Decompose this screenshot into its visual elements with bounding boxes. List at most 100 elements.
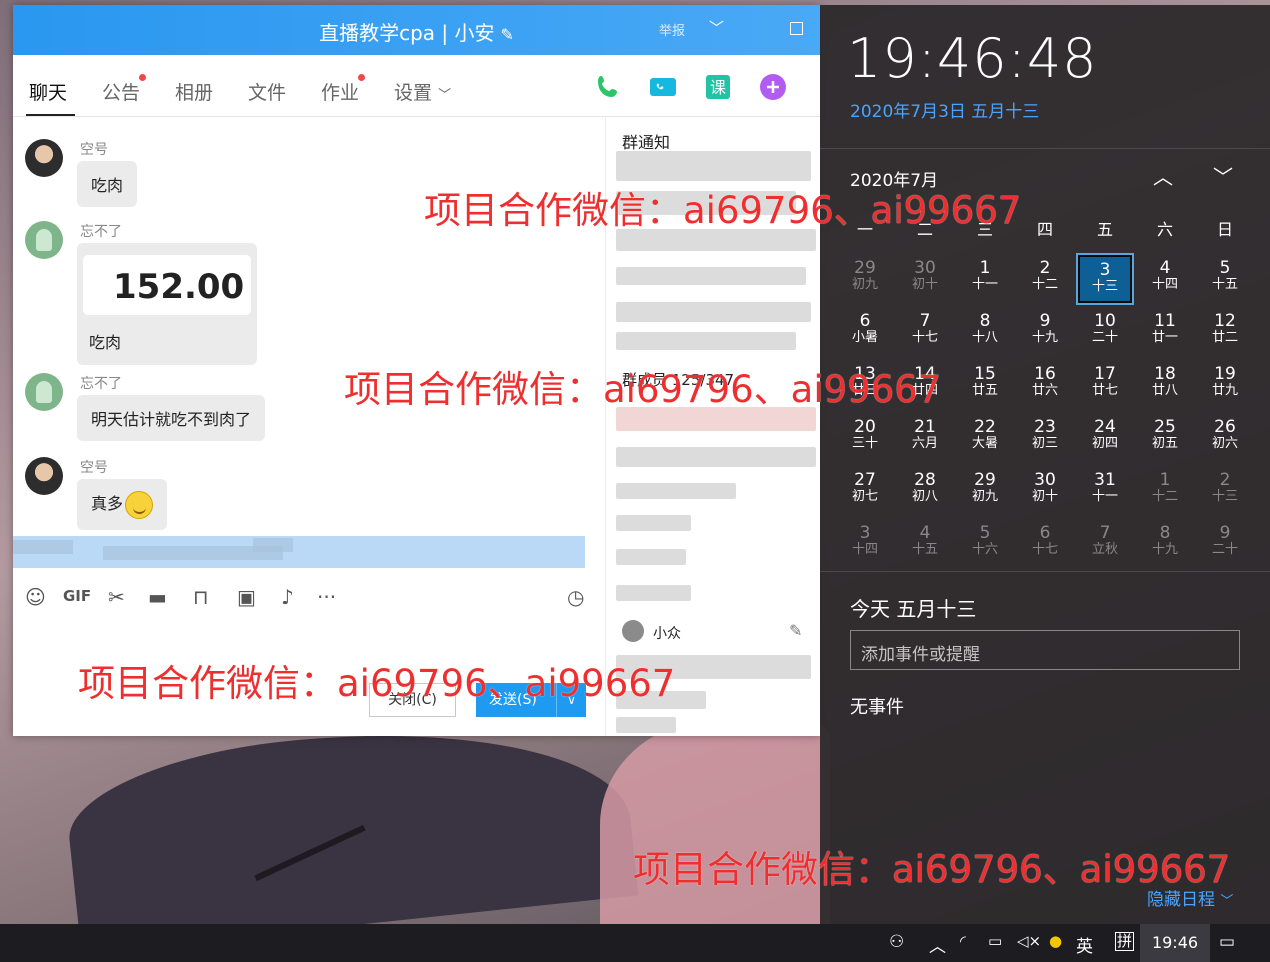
message-text: 吃肉	[89, 333, 122, 352]
network-icon[interactable]: ◜	[960, 932, 966, 950]
emoji-icon[interactable]: ☺	[25, 585, 46, 609]
no-events-text: 无事件	[850, 697, 904, 718]
next-month-chevron-icon[interactable]: ﹀	[1213, 161, 1233, 190]
weekday-label: 五	[1096, 220, 1113, 239]
calendar-day[interactable]: 5 十五	[1198, 255, 1252, 303]
chevron-down-icon: ﹀	[1220, 894, 1234, 909]
lunar-day: 初七	[851, 489, 878, 504]
qq-penguin-icon[interactable]: ●	[1049, 932, 1062, 950]
calendar-day[interactable]: 30 初十	[1018, 467, 1072, 515]
calendar-day[interactable]: 3 十四	[838, 520, 892, 568]
calendar-day[interactable]: 2 十二	[1018, 255, 1072, 303]
calendar-day[interactable]: 8 十九	[1138, 520, 1192, 568]
day-number: 25	[1154, 417, 1176, 437]
calendar-day[interactable]: 8 十八	[958, 308, 1012, 356]
tab-files[interactable]: 文件	[248, 78, 286, 105]
report-button[interactable]: 举报	[659, 20, 685, 39]
calendar-day[interactable]: 28 初八	[898, 467, 952, 515]
calendar-day[interactable]: 19 廿九	[1198, 361, 1252, 409]
calendar-day[interactable]: 1 十二	[1138, 467, 1192, 515]
rich-text-icon[interactable]: ⊓	[193, 585, 209, 609]
gif-icon[interactable]: GIF	[63, 587, 91, 605]
video-call-icon[interactable]	[648, 72, 678, 102]
calendar-day[interactable]: 26 初六	[1198, 414, 1252, 462]
calendar-day[interactable]: 15 廿五	[958, 361, 1012, 409]
group-notice-heading[interactable]: 群通知	[622, 129, 670, 153]
calendar-day[interactable]: 20 三十	[838, 414, 892, 462]
folder-icon[interactable]: ▬	[148, 585, 167, 609]
calendar-day[interactable]: 4 十五	[898, 520, 952, 568]
member-name[interactable]: 小众	[653, 623, 681, 643]
avatar[interactable]	[622, 620, 644, 642]
avatar[interactable]	[25, 373, 63, 411]
more-apps-icon[interactable]	[758, 72, 788, 102]
calendar-day[interactable]: 25 初五	[1138, 414, 1192, 462]
previous-month-chevron-icon[interactable]: ︿	[1153, 161, 1173, 190]
tab-settings[interactable]: 设置 ﹀	[394, 78, 451, 105]
tab-chat[interactable]: 聊天	[29, 78, 67, 105]
calendar-day-today[interactable]: 3 十三	[1076, 253, 1134, 305]
bell-icon[interactable]: ♪	[281, 585, 294, 609]
calendar-day[interactable]: 29 初九	[838, 255, 892, 303]
tab-homework[interactable]: 作业	[321, 74, 366, 105]
edit-title-icon[interactable]: ✎	[501, 25, 514, 44]
avatar[interactable]	[25, 221, 63, 259]
image-icon[interactable]: ▣	[237, 585, 256, 609]
battery-icon[interactable]: ▭	[988, 932, 1002, 950]
calendar-day[interactable]: 16 廿六	[1018, 361, 1072, 409]
day-number: 10	[1094, 311, 1116, 331]
notification-icon[interactable]: ▭	[1219, 932, 1235, 952]
volume-muted-icon[interactable]: ◁×	[1017, 932, 1041, 950]
ime-language[interactable]: 英	[1076, 932, 1093, 957]
calendar-day[interactable]: 1 十一	[958, 255, 1012, 303]
people-icon[interactable]: ⚇	[889, 932, 904, 952]
tab-album[interactable]: 相册	[175, 78, 213, 105]
ime-mode[interactable]: 拼	[1115, 932, 1135, 951]
calendar-day[interactable]: 7 立秋	[1078, 520, 1132, 568]
show-hidden-icons-chevron-icon[interactable]: ︿	[929, 932, 946, 957]
money-card-amount: 152.00	[83, 255, 251, 315]
add-event-input[interactable]: 添加事件或提醒	[850, 630, 1240, 670]
history-icon[interactable]: ◷	[567, 585, 584, 609]
calendar-day[interactable]: 10 二十	[1078, 308, 1132, 356]
more-icon[interactable]: ···	[317, 585, 336, 609]
maximize-button[interactable]	[790, 22, 803, 35]
calendar-day[interactable]: 18 廿八	[1138, 361, 1192, 409]
blurred-content	[616, 483, 736, 499]
avatar[interactable]	[25, 139, 63, 177]
calendar-day[interactable]: 12 廿二	[1198, 308, 1252, 356]
calendar-day[interactable]: 6 十七	[1018, 520, 1072, 568]
message-bubble[interactable]: 真多	[77, 479, 168, 530]
chevron-down-icon[interactable]: ﹀	[709, 17, 724, 38]
calendar-day[interactable]: 4 十四	[1138, 255, 1192, 303]
calendar-day[interactable]: 17 廿七	[1078, 361, 1132, 409]
watermark-text: 项目合作微信：ai69796、ai99667	[424, 189, 1022, 232]
scissors-icon[interactable]: ✂	[108, 585, 125, 609]
message-bubble[interactable]: 明天估计就吃不到肉了	[77, 395, 266, 441]
tab-announcement[interactable]: 公告	[102, 74, 147, 105]
calendar-day[interactable]: 5 十六	[958, 520, 1012, 568]
taskbar-clock[interactable]: 19:46	[1140, 924, 1210, 962]
calendar-day[interactable]: 29 初九	[958, 467, 1012, 515]
calendar-day[interactable]: 21 六月	[898, 414, 952, 462]
calendar-day[interactable]: 6 小暑	[838, 308, 892, 356]
calendar-day[interactable]: 11 廿一	[1138, 308, 1192, 356]
calendar-day[interactable]: 22 大暑	[958, 414, 1012, 462]
calendar-day[interactable]: 27 初七	[838, 467, 892, 515]
class-icon[interactable]: 课	[703, 72, 733, 102]
calendar-day[interactable]: 30 初十	[898, 255, 952, 303]
calendar-day[interactable]: 7 十七	[898, 308, 952, 356]
calendar-day[interactable]: 24 初四	[1078, 414, 1132, 462]
message-bubble[interactable]: 152.00 吃肉	[77, 243, 257, 365]
calendar-day[interactable]: 9 十九	[1018, 308, 1072, 356]
calendar-day[interactable]: 23 初三	[1018, 414, 1072, 462]
calendar-day[interactable]: 2 十三	[1198, 467, 1252, 515]
edit-icon[interactable]: ✎	[789, 621, 802, 640]
voice-call-icon[interactable]	[593, 72, 623, 102]
title-bar[interactable]: 直播教学cpa | 小安 ✎ 举报 ﹀	[13, 5, 820, 55]
avatar[interactable]	[25, 457, 63, 495]
full-date-link[interactable]: 2020年7月3日 五月十三	[850, 97, 1039, 122]
calendar-day[interactable]: 31 十一	[1078, 467, 1132, 515]
calendar-day[interactable]: 9 二十	[1198, 520, 1252, 568]
message-bubble[interactable]: 吃肉	[77, 161, 138, 207]
